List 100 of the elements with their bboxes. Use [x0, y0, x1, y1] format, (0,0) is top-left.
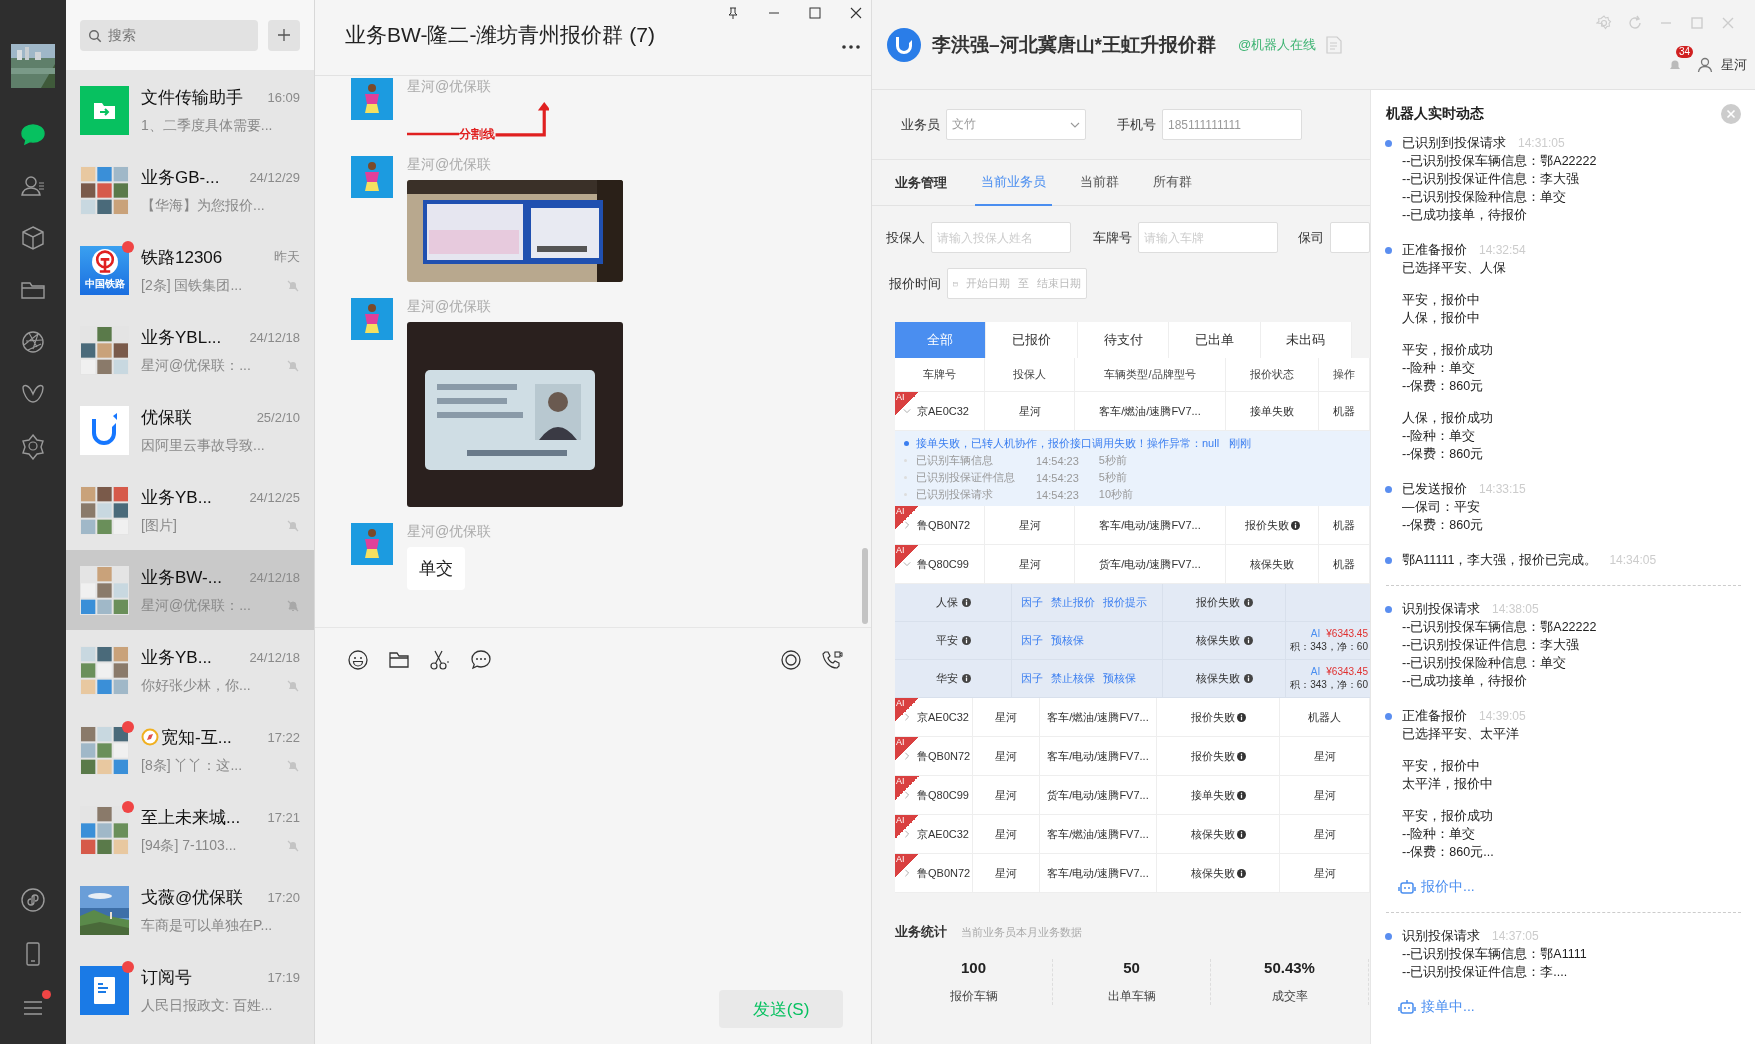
info-icon[interactable]	[1243, 674, 1253, 683]
event-line: --已识别投保车辆信息：鄂A22222	[1402, 153, 1598, 170]
log-text: 已识别投保证件信息	[916, 470, 1016, 485]
log-time: 14:54:23	[1036, 488, 1079, 501]
aperture-icon[interactable]	[19, 328, 47, 356]
info-icon[interactable]	[1236, 751, 1246, 761]
record-icon[interactable]	[780, 648, 802, 671]
pin-icon[interactable]	[726, 6, 740, 20]
section-subtitle: 当前业务员本月业务数据	[961, 925, 1082, 940]
info-icon[interactable]	[961, 598, 971, 607]
emoji-icon[interactable]	[347, 648, 369, 671]
chat-list-item[interactable]: 优保联 25/2/10 因阿里云事故导致...	[66, 390, 314, 470]
info-icon[interactable]	[1290, 520, 1300, 530]
event-line: --已识别投保险种信息：单交	[1402, 655, 1568, 672]
message-preview: 人民日报政文: 百姓...	[141, 996, 273, 1015]
event-line: --已识别投保车辆信息：鄂A1111	[1402, 946, 1588, 963]
chat-list-item[interactable]: 业务BW-... 24/12/18 星河@优保联：...	[66, 550, 314, 630]
chat-time: 17:22	[266, 729, 300, 745]
chat-list-item[interactable]: 至上未来城... 17:21 [94条] 7-1103...	[66, 790, 314, 870]
table-cell: 机器	[1333, 556, 1355, 572]
chat-time: 17:21	[266, 809, 300, 825]
chat-list-item[interactable]: 业务YB... 24/12/25 [图片]	[66, 470, 314, 550]
stat-label: 成交率	[1271, 988, 1308, 1005]
insurer-field[interactable]	[1330, 222, 1370, 253]
user-name[interactable]: 星河	[1721, 56, 1747, 74]
log-text: 接单失败，已转人机协作，报价接口调用失败！操作异常：null	[916, 436, 1220, 451]
avatar-figure[interactable]	[351, 156, 393, 198]
robot-icon	[1398, 998, 1416, 1016]
table-cell: 核保失败	[1190, 826, 1235, 842]
hexagon-icon[interactable]	[19, 432, 47, 460]
robot-status: @机器人在线	[1237, 35, 1317, 54]
table-cell: 货车/电动/速腾FV7...	[1047, 787, 1149, 803]
add-button[interactable]	[268, 19, 300, 51]
info-icon[interactable]	[1243, 636, 1253, 645]
table-cell: 客车/燃油/速腾FV7...	[1047, 826, 1149, 842]
chat-list-item[interactable]: 戈薇@优保联 17:20 车商是可以单独在P...	[66, 870, 314, 950]
log-time: 10秒前	[1098, 487, 1134, 502]
chat-name: 业务BW-...	[141, 566, 222, 589]
info-icon[interactable]	[961, 674, 971, 683]
caret-icon	[1070, 121, 1080, 128]
scrollbar[interactable]	[862, 548, 868, 624]
event-line: 已选择平安、人保	[1402, 260, 1507, 277]
cube-icon[interactable]	[19, 224, 47, 252]
event-line: —保司：平安	[1402, 499, 1481, 516]
sender-name: 星河@优保联	[407, 156, 493, 174]
log-time: 5秒前	[1098, 470, 1127, 485]
log-text: 已识别车辆信息	[916, 453, 994, 468]
close-icon[interactable]	[849, 6, 863, 20]
event-line: 太平洋，报价中	[1402, 776, 1494, 793]
avatar-figure[interactable]	[351, 298, 393, 340]
section-title: 业务统计	[895, 923, 947, 941]
info-icon[interactable]	[1243, 598, 1253, 607]
info-icon[interactable]	[1236, 829, 1246, 839]
info-icon[interactable]	[961, 636, 971, 645]
chat-list-item[interactable]: 中国铁路 铁路12306 昨天 [2条] 国铁集团...	[66, 230, 314, 310]
notification-badge: 34	[1675, 46, 1693, 58]
tab[interactable]: 所有群	[1147, 159, 1198, 206]
field-label: 手机号	[1116, 115, 1157, 134]
event-line: --保费：860元	[1402, 517, 1485, 534]
avatar-figure[interactable]	[351, 523, 393, 565]
info-icon[interactable]	[1236, 868, 1246, 878]
event-line: 平安，报价成功	[1402, 808, 1494, 825]
stat-value: 50.43%	[1264, 959, 1315, 976]
table-cell: 机器人	[1308, 709, 1341, 725]
message-preview: 1、二季度具体需要...	[141, 116, 273, 135]
video-call-icon[interactable]	[821, 648, 843, 671]
chat-name: 业务YBL...	[141, 326, 222, 349]
table-cell: 星河	[1313, 787, 1336, 803]
brand-logo	[886, 26, 922, 63]
user-icon[interactable]	[1697, 57, 1713, 73]
chat-bubble-icon[interactable]	[470, 648, 492, 671]
panel-title: 机器人实时动态	[1386, 105, 1484, 123]
insurer-name: 平安	[935, 633, 958, 648]
railway-logo: 中国铁路	[80, 245, 129, 295]
message-preview: [8条] 丫丫：这...	[141, 756, 243, 775]
mini-program-icon[interactable]	[19, 886, 47, 914]
message-preview: 【华海】为您报价...	[141, 196, 265, 215]
event-line: 人保，报价成功	[1402, 410, 1494, 427]
message-preview: 你好张少林，你...	[141, 676, 251, 695]
chat-list-item[interactable]: 业务GB-... 24/12/29 【华海】为您报价...	[66, 150, 314, 230]
chat-list-item[interactable]: 业务YB... 24/12/18 你好张少林，你...	[66, 630, 314, 710]
chat-list-item[interactable]: 宽知-互... 17:22 [8条] 丫丫：这...	[66, 710, 314, 790]
table-cell: 鲁QB0N72	[917, 865, 971, 881]
maximize-icon[interactable]	[808, 6, 822, 20]
table-cell: 客车/电动/速腾FV7...	[1099, 517, 1201, 533]
info-icon[interactable]	[1236, 790, 1246, 800]
chat-list-item[interactable]: 订阅号 17:19 人民日报政文: 百姓...	[66, 950, 314, 1030]
chat-list-item[interactable]: 文件传输助手 16:09 1、二季度具体需要...	[66, 70, 314, 150]
info-icon[interactable]	[1236, 712, 1246, 722]
scissors-icon[interactable]	[429, 648, 451, 671]
more-icon[interactable]	[841, 44, 861, 50]
tab[interactable]: 当前群	[1074, 159, 1125, 206]
search-field[interactable]: 搜索	[80, 19, 258, 51]
chat-list-item[interactable]: 业务YBL... 24/12/18 星河@优保联：...	[66, 310, 314, 390]
avatar-figure[interactable]	[351, 78, 393, 120]
event-title: 识别投保请求	[1402, 927, 1480, 945]
field-label: 投保人	[886, 228, 926, 247]
message-preview: 星河@优保联：...	[141, 596, 251, 615]
ai-label: AI	[1310, 627, 1321, 639]
event-line: --已识别投保险种信息：单交	[1402, 189, 1568, 206]
